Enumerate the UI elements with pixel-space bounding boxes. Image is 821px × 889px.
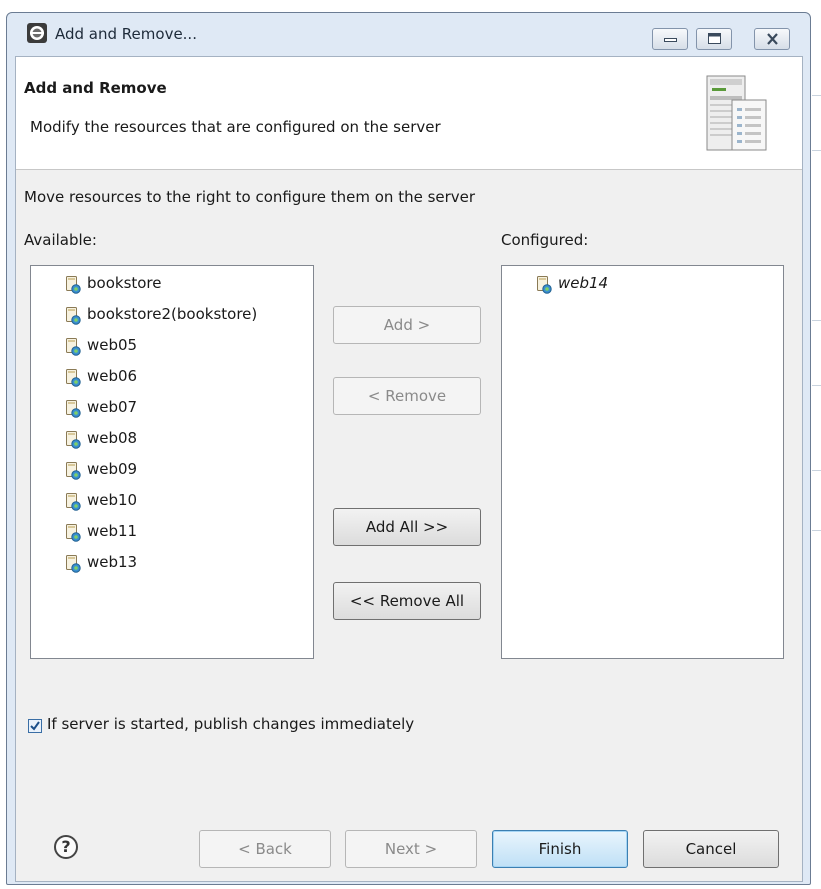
web-module-icon <box>66 462 81 480</box>
web-module-icon <box>66 555 81 573</box>
web-module-icon <box>66 338 81 356</box>
wizard-header: Add and Remove Modify the resources that… <box>16 57 802 170</box>
web-module-icon <box>66 276 81 294</box>
header-description: Modify the resources that are configured… <box>30 118 441 136</box>
publish-checkbox-label[interactable]: If server is started, publish changes im… <box>47 715 414 733</box>
checkmark-icon <box>30 721 40 731</box>
close-icon <box>767 33 778 45</box>
cancel-button[interactable]: Cancel <box>643 830 779 868</box>
server-wizard-icon <box>706 75 767 151</box>
web-module-icon <box>66 400 81 418</box>
eclipse-icon <box>27 23 47 43</box>
dialog-client-area: Add and Remove Modify the resources that… <box>15 56 803 882</box>
add-all-button[interactable]: Add All >> <box>333 508 481 546</box>
maximize-button[interactable] <box>696 28 732 50</box>
configured-list[interactable]: web14 <box>501 265 784 659</box>
available-item-label: web09 <box>87 460 138 478</box>
web-module-icon <box>66 493 81 511</box>
available-item-label: web11 <box>87 522 138 540</box>
help-icon[interactable]: ? <box>54 835 78 859</box>
instruction-text: Move resources to the right to configure… <box>24 188 476 206</box>
configured-item-label: web14 <box>558 274 609 292</box>
next-button[interactable]: Next > <box>345 830 477 868</box>
web-module-icon <box>66 369 81 387</box>
remove-all-button[interactable]: << Remove All <box>333 582 481 620</box>
close-button[interactable] <box>754 28 790 50</box>
available-item-label: bookstore2(bookstore) <box>87 305 258 323</box>
available-item-label: bookstore <box>87 274 162 292</box>
available-label: Available: <box>24 231 97 249</box>
add-button[interactable]: Add > <box>333 306 481 344</box>
available-item-label: web10 <box>87 491 138 509</box>
configured-label: Configured: <box>501 231 589 249</box>
dialog-window: Add and Remove... Add and Remove Modify … <box>6 12 811 885</box>
available-item-label: web05 <box>87 336 138 354</box>
web-module-icon <box>537 276 552 294</box>
background-editor-strip <box>812 0 821 889</box>
header-title: Add and Remove <box>24 79 167 97</box>
minimize-icon <box>664 38 677 42</box>
available-list[interactable]: bookstore bookstore2(bookstore) web05 we… <box>30 265 314 659</box>
available-item-label: web06 <box>87 367 138 385</box>
back-button[interactable]: < Back <box>199 830 331 868</box>
publish-checkbox[interactable] <box>28 719 42 733</box>
finish-button[interactable]: Finish <box>492 830 628 868</box>
window-title: Add and Remove... <box>55 25 197 43</box>
available-item-label: web07 <box>87 398 138 416</box>
maximize-icon <box>708 33 721 44</box>
remove-button[interactable]: < Remove <box>333 377 481 415</box>
web-module-icon <box>66 307 81 325</box>
available-item-label: web08 <box>87 429 138 447</box>
web-module-icon <box>66 431 81 449</box>
title-bar: Add and Remove... <box>7 13 810 50</box>
minimize-button[interactable] <box>652 28 688 50</box>
web-module-icon <box>66 524 81 542</box>
available-item-label: web13 <box>87 553 138 571</box>
